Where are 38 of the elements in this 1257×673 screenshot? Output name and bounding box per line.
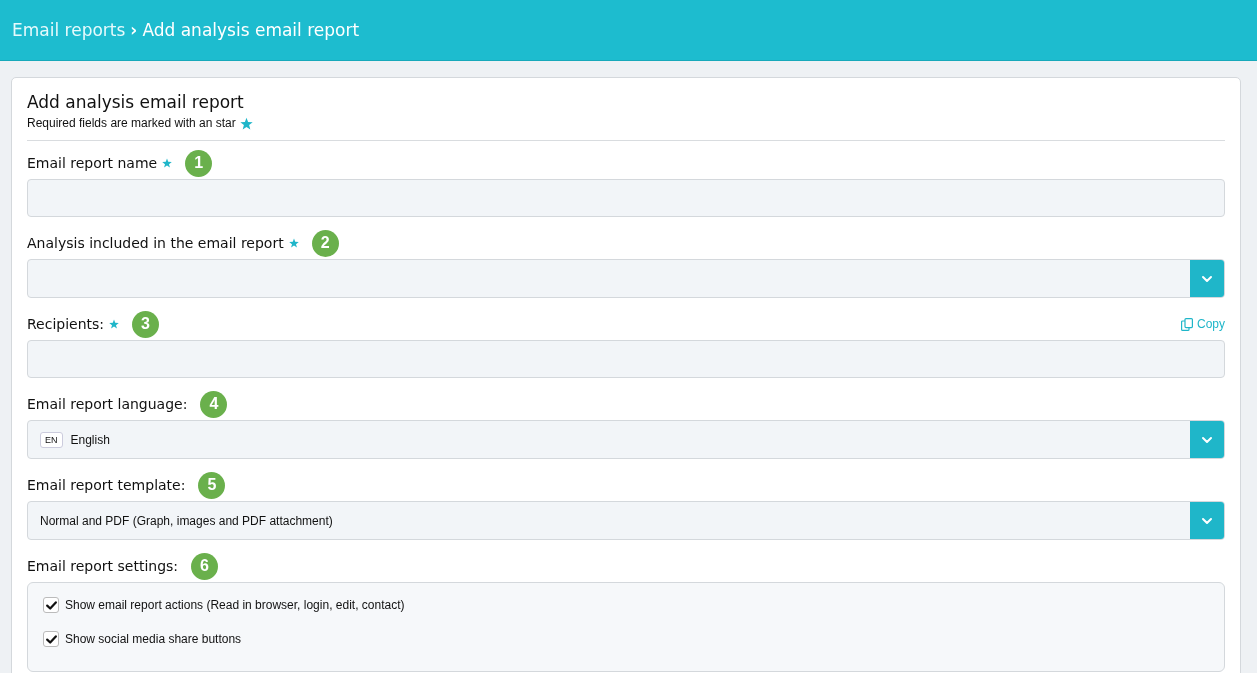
field-label: Email report template: bbox=[27, 477, 186, 493]
selected-value: Normal and PDF (Graph, images and PDF attachment) bbox=[40, 513, 333, 528]
dropdown-button[interactable] bbox=[1190, 421, 1224, 458]
select-field[interactable] bbox=[27, 259, 1225, 298]
select-field[interactable]: EN English bbox=[27, 420, 1225, 459]
form-subtitle: Required fields are marked with an star bbox=[27, 116, 236, 130]
chevron-down-icon bbox=[1201, 434, 1213, 445]
breadcrumb-separator: › bbox=[130, 20, 138, 40]
field-label: Email report name bbox=[27, 155, 158, 171]
dropdown-button[interactable] bbox=[1190, 502, 1224, 539]
selected-value: English bbox=[70, 432, 110, 447]
field-label: Recipients: bbox=[27, 316, 105, 332]
star-icon bbox=[239, 116, 253, 130]
step-badge: 3 bbox=[132, 310, 160, 338]
step-badge: 4 bbox=[200, 390, 228, 418]
field-label: Analysis included in the email report bbox=[27, 235, 284, 251]
step-badge: 5 bbox=[198, 471, 226, 499]
checkbox-label: Show social media share buttons bbox=[65, 632, 242, 646]
step-badge: 1 bbox=[185, 149, 213, 177]
checkbox-label: Show email report actions (Read in browser, login, edit, contact) bbox=[65, 598, 405, 612]
text-input[interactable] bbox=[27, 179, 1225, 217]
select-field[interactable]: Normal and PDF (Graph, images and PDF attachment) bbox=[27, 501, 1225, 540]
field-label: Email report settings: bbox=[27, 558, 179, 574]
step-badge: 6 bbox=[191, 552, 219, 580]
dropdown-button[interactable] bbox=[1190, 260, 1224, 297]
copy-icon bbox=[1181, 317, 1193, 331]
breadcrumb-current: Add analysis email report bbox=[142, 20, 360, 40]
checkmark-icon bbox=[45, 600, 57, 610]
checkmark-icon bbox=[45, 634, 57, 644]
field-label: Email report language: bbox=[27, 396, 188, 412]
checkbox[interactable] bbox=[43, 631, 59, 647]
text-input[interactable] bbox=[27, 340, 1225, 378]
checkbox[interactable] bbox=[43, 597, 59, 613]
chevron-down-icon bbox=[1201, 515, 1213, 526]
chevron-down-icon bbox=[1201, 273, 1213, 284]
language-code: EN bbox=[40, 431, 63, 448]
step-badge: 2 bbox=[311, 229, 339, 257]
form-title: Add analysis email report bbox=[27, 92, 245, 112]
